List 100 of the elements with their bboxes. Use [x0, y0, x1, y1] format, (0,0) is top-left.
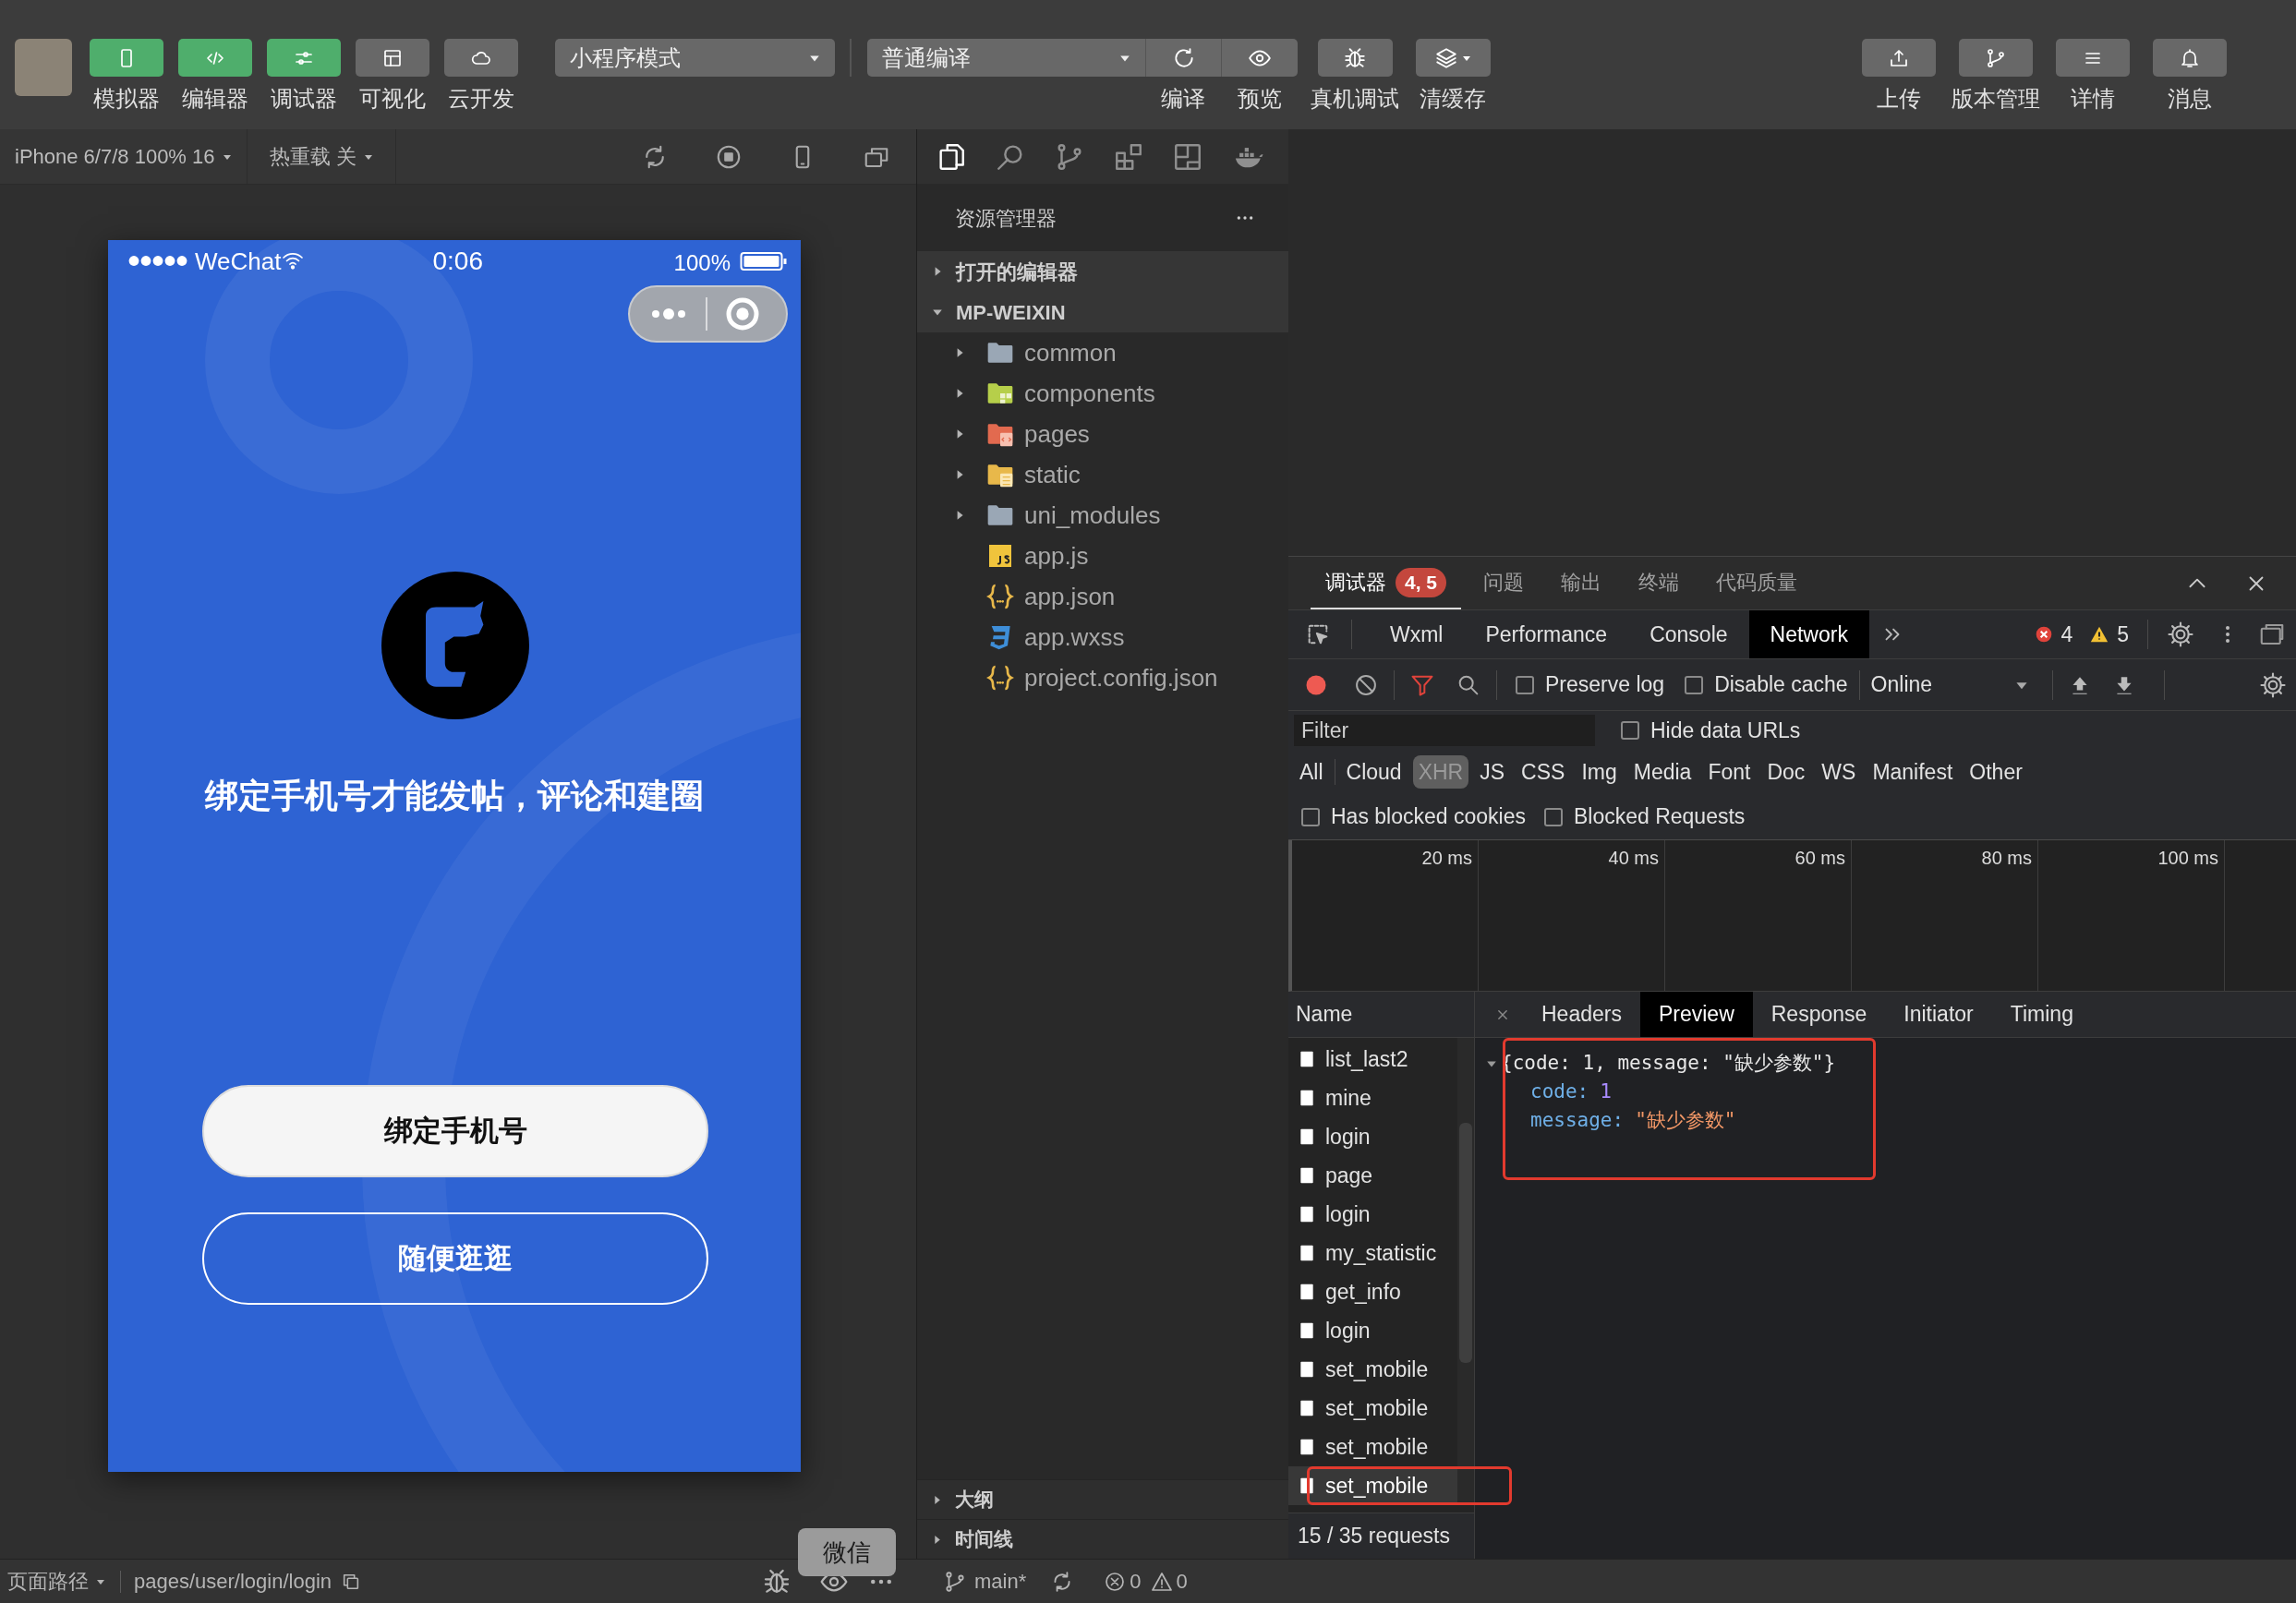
checkbox[interactable] [1543, 807, 1563, 826]
file-tree-item[interactable]: uni_modules [917, 495, 1288, 536]
checkbox[interactable] [1301, 807, 1320, 826]
view-toggle-button[interactable] [90, 39, 163, 77]
detail-tab[interactable]: Headers [1523, 992, 1640, 1037]
request-row[interactable]: mine [1288, 1079, 1458, 1117]
page-path-dropdown[interactable]: 页面路径 [7, 1566, 105, 1597]
type-filter-chip[interactable]: CSS [1516, 755, 1571, 789]
devtools-tab[interactable]: Network [1748, 610, 1869, 658]
button-label: 调试器 [271, 85, 337, 113]
compile-mode-dropdown[interactable]: 普通编译 [867, 39, 1145, 77]
type-filter-chip[interactable]: Media [1627, 755, 1698, 789]
debugger-tab[interactable]: 输出 [1546, 557, 1617, 609]
button-label: 上传 [1877, 85, 1921, 113]
devtools-tab[interactable]: Performance [1464, 610, 1629, 658]
request-row[interactable]: login [1288, 1117, 1458, 1156]
checkbox[interactable] [1621, 721, 1639, 740]
bug-icon [1343, 45, 1367, 70]
timeline-tick-label: 60 ms [1795, 847, 1845, 868]
request-row[interactable]: get_info [1288, 1272, 1458, 1311]
detail-tab[interactable]: Initiator [1885, 992, 1992, 1037]
clock-text: 0:06 [432, 247, 483, 274]
request-row[interactable]: list_last2 [1288, 1040, 1458, 1079]
checkbox[interactable] [1516, 675, 1534, 694]
request-row[interactable]: set_mobile [1288, 1428, 1458, 1466]
file-tree-item[interactable]: app.js [917, 536, 1288, 576]
layers-icon [1434, 45, 1458, 70]
view-toggle-button[interactable] [178, 39, 252, 77]
toolbar-button[interactable] [2153, 39, 2227, 77]
warning-icon [2089, 625, 2110, 644]
checkbox-label: Has blocked cookies [1331, 803, 1526, 831]
filter-field[interactable]: Filter [1294, 715, 1595, 746]
hot-reload-dropdown[interactable]: 热重载 关 [247, 129, 396, 184]
view-toggle-button[interactable] [444, 39, 518, 77]
throttling-dropdown[interactable]: Online [1870, 669, 2028, 701]
detail-tab[interactable]: Response [1752, 992, 1886, 1037]
devtools-tab[interactable]: Console [1628, 610, 1749, 658]
request-row[interactable]: set_mobile [1288, 1389, 1458, 1428]
button-label: 云开发 [448, 85, 514, 113]
panel-section-header[interactable]: 大纲 [917, 1479, 1288, 1519]
button-label: 编译 [1161, 85, 1205, 113]
carrier-text: WeChat [195, 248, 282, 273]
request-row[interactable]: login [1288, 1195, 1458, 1234]
error-count: 4 [2060, 621, 2073, 648]
toolbar-button[interactable] [1221, 39, 1298, 77]
toolbar-button[interactable] [1862, 39, 1936, 77]
file-tree-item[interactable]: common [917, 332, 1288, 373]
settings-icon[interactable] [2259, 670, 2287, 699]
debugger-tab[interactable]: 代码质量 [1701, 557, 1813, 609]
type-filter-chip[interactable]: JS [1474, 755, 1511, 789]
request-row[interactable]: set_mobile [1288, 1350, 1458, 1389]
file-tree-item[interactable]: static [917, 454, 1288, 495]
button-label: 模拟器 [93, 85, 160, 113]
panel-section-header[interactable]: 时间线 [917, 1519, 1288, 1559]
file-tree-item[interactable]: app.wxss [917, 617, 1288, 657]
toolbar-button[interactable] [1317, 39, 1393, 77]
file-tree-item[interactable]: app.json [917, 576, 1288, 617]
object-summary: {code: 1, message: "缺少参数"} [1501, 1051, 1836, 1076]
request-row[interactable]: page [1288, 1156, 1458, 1195]
detail-tab[interactable]: Preview [1639, 992, 1753, 1037]
scrollbar[interactable] [1457, 1038, 1474, 1505]
button-label: 真机调试 [1311, 85, 1399, 113]
file-tree-item[interactable]: pages [917, 414, 1288, 454]
file-tree-item[interactable]: project.config.json [917, 657, 1288, 698]
checkbox[interactable] [1685, 675, 1704, 694]
file-tree-item[interactable]: components [917, 373, 1288, 414]
debugger-tab[interactable]: 终端 [1624, 557, 1695, 609]
debugger-tab[interactable]: 问题 [1468, 557, 1540, 609]
battery-text: 100% [673, 251, 731, 274]
devtools-tab[interactable]: Wxml [1369, 610, 1465, 658]
view-toggle-button[interactable] [356, 39, 429, 77]
type-filter-chip[interactable]: All [1294, 755, 1329, 789]
type-filter-chip[interactable]: Other [1964, 755, 2028, 789]
device-dropdown[interactable]: iPhone 6/7/8 100% 16 [0, 129, 248, 184]
view-toggle-button[interactable] [267, 39, 341, 77]
type-filter-chip[interactable]: Manifest [1867, 755, 1959, 789]
type-filter-chip[interactable]: Img [1576, 755, 1623, 789]
toolbar-button[interactable] [1959, 39, 2033, 77]
warning-icon[interactable] [1150, 1570, 1173, 1593]
toolbar-button[interactable] [2056, 39, 2130, 77]
mode-dropdown[interactable]: 小程序模式 [555, 39, 835, 77]
request-row[interactable]: login [1288, 1311, 1458, 1350]
toolbar-button[interactable] [1415, 39, 1491, 77]
branch-name[interactable]: main* [974, 1566, 1027, 1597]
settings-icon[interactable] [2167, 621, 2194, 648]
branch-icon[interactable] [943, 1569, 967, 1594]
tree-section-header[interactable]: 打开的编辑器 [917, 251, 1288, 292]
phone-action-button[interactable]: 绑定手机号 [202, 1085, 708, 1177]
type-filter-chip[interactable]: Font [1702, 755, 1757, 789]
type-filter-chip[interactable]: Doc [1761, 755, 1811, 789]
error-icon[interactable] [1104, 1570, 1127, 1593]
button-label: 预览 [1237, 85, 1282, 113]
detail-tab[interactable]: Timing [1991, 992, 2092, 1037]
type-filter-chip[interactable]: Cloud [1340, 755, 1408, 789]
request-row[interactable]: my_statistic [1288, 1234, 1458, 1272]
toolbar-button[interactable] [1145, 39, 1221, 77]
phone-action-button[interactable]: 随便逛逛 [202, 1212, 708, 1305]
tree-section-header[interactable]: MP-WEIXIN [917, 292, 1288, 332]
expand-arrow-icon [932, 1534, 942, 1545]
type-filter-chip[interactable]: WS [1816, 755, 1862, 789]
